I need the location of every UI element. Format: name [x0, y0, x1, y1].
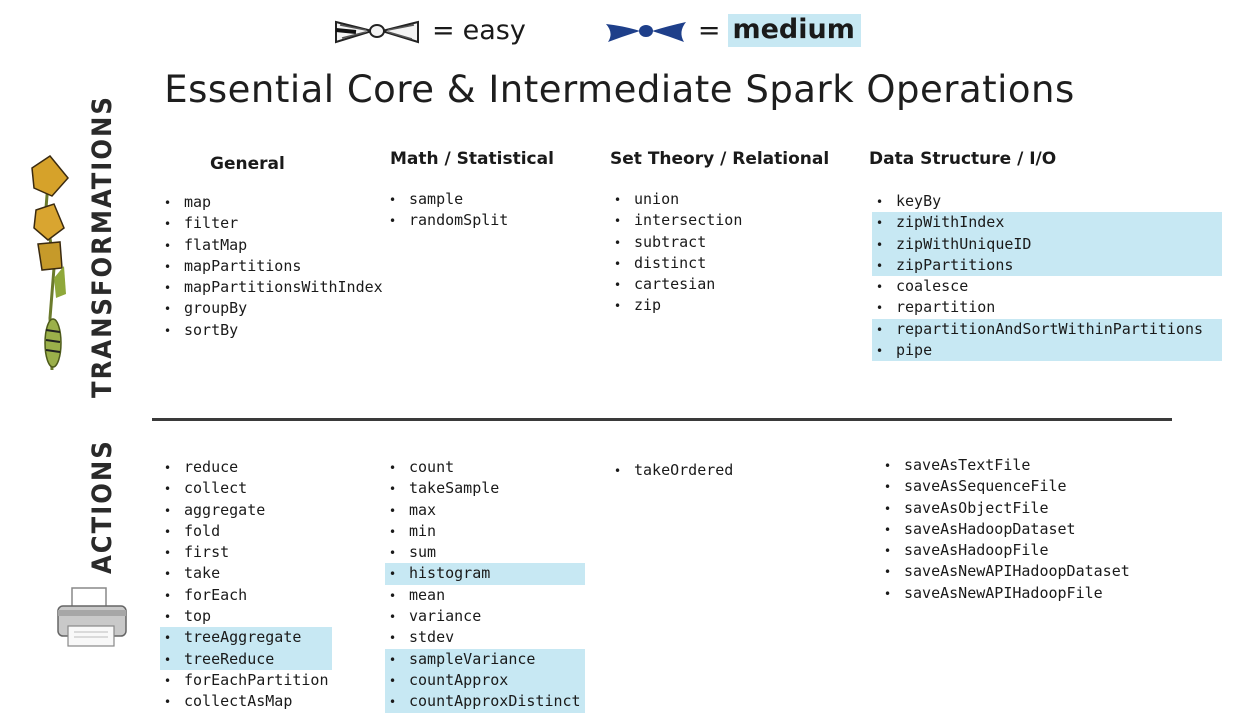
operation-item: saveAsNewAPIHadoopDataset [880, 561, 1180, 582]
operation-item: zipWithUniqueID [872, 233, 1222, 255]
operation-item: mean [385, 585, 585, 606]
operation-item: sampleVariance [385, 648, 585, 670]
operation-item: forEachPartition [160, 670, 332, 691]
operation-item: saveAsObjectFile [880, 498, 1180, 519]
operation-item: take [160, 563, 332, 584]
operation-item: randomSplit [385, 210, 585, 231]
transformations-data-list: keyByzipWithIndexzipWithUniqueIDzipParti… [872, 191, 1222, 362]
operation-item: collect [160, 478, 332, 499]
operation-item: filter [160, 213, 400, 234]
operation-item: keyBy [872, 191, 1222, 212]
operation-item: cartesian [610, 274, 810, 295]
operation-item: subtract [610, 232, 810, 253]
operation-item: mapPartitionsWithIndex [160, 277, 400, 298]
transformations-label: TRANSFORMATIONS [87, 95, 118, 398]
operation-item: sample [385, 189, 585, 210]
operation-item: variance [385, 606, 585, 627]
legend: = easy = medium [332, 14, 861, 47]
transformations-math-list: samplerandomSplit [385, 189, 585, 232]
operation-item: saveAsTextFile [880, 455, 1180, 476]
operation-item: intersection [610, 210, 810, 231]
column-header-set-theory: Set Theory / Relational [610, 149, 830, 169]
legend-easy-equals: = [432, 15, 455, 46]
operation-item: forEach [160, 585, 332, 606]
operation-item: treeAggregate [160, 627, 332, 649]
legend-medium-equals: = [697, 15, 721, 46]
operation-item: countApproxDistinct [385, 691, 585, 713]
white-bowtie-icon [335, 20, 419, 43]
printer-icon [57, 587, 127, 647]
transformations-set-list: unionintersectionsubtractdistinctcartesi… [610, 189, 810, 317]
operation-item: top [160, 606, 332, 627]
operation-item: map [160, 192, 400, 213]
legend-easy-label: easy [462, 15, 526, 46]
operation-item: countApprox [385, 669, 585, 692]
blue-bowtie-icon [605, 21, 686, 42]
page-title: Essential Core & Intermediate Spark Oper… [164, 68, 1075, 111]
operation-item: treeReduce [160, 648, 332, 670]
operation-item: first [160, 542, 332, 563]
operation-item: collectAsMap [160, 691, 332, 712]
operation-item: saveAsHadoopFile [880, 540, 1180, 561]
operation-item: mapPartitions [160, 256, 400, 277]
operation-item: saveAsNewAPIHadoopFile [880, 583, 1180, 604]
legend-medium: = medium [604, 14, 861, 47]
operation-item: groupBy [160, 298, 400, 319]
operation-item: min [385, 521, 585, 542]
operation-item: flatMap [160, 235, 400, 256]
operation-item: zip [610, 295, 810, 316]
operation-item: pipe [872, 340, 1222, 362]
operation-item: stdev [385, 627, 585, 648]
actions-general-list: reducecollectaggregatefoldfirsttakeforEa… [160, 457, 332, 713]
section-divider [152, 418, 1172, 421]
operation-item: takeSample [385, 478, 585, 499]
operation-item: takeOrdered [610, 460, 810, 481]
column-header-math-statistical: Math / Statistical [390, 149, 554, 169]
operation-item: count [385, 457, 585, 478]
caterpillar-butterfly-icon [31, 154, 69, 371]
operation-item: saveAsSequenceFile [880, 476, 1180, 497]
operation-item: distinct [610, 253, 810, 274]
operation-item: zipPartitions [872, 254, 1222, 277]
legend-easy: = easy [332, 15, 526, 46]
actions-label: ACTIONS [87, 439, 118, 574]
operation-item: sum [385, 542, 585, 563]
operation-item: aggregate [160, 500, 332, 521]
operation-item: histogram [385, 563, 585, 585]
column-header-data-structure: Data Structure / I/O [869, 149, 1057, 169]
column-header-general: General [210, 154, 285, 174]
transformations-general-list: mapfilterflatMapmapPartitionsmapPartitio… [160, 192, 400, 341]
operation-item: coalesce [872, 276, 1222, 297]
actions-math-list: counttakeSamplemaxminsumhistogrammeanvar… [385, 457, 585, 713]
operation-item: max [385, 500, 585, 521]
operation-item: repartitionAndSortWithinPartitions [872, 318, 1222, 341]
operation-item: fold [160, 521, 332, 542]
operation-item: reduce [160, 457, 332, 478]
actions-set-list: takeOrdered [610, 460, 810, 481]
actions-data-list: saveAsTextFilesaveAsSequenceFilesaveAsOb… [880, 455, 1180, 604]
operation-item: sortBy [160, 320, 400, 341]
operation-item: zipWithIndex [872, 212, 1222, 234]
operation-item: union [610, 189, 810, 210]
legend-medium-label: medium [728, 14, 861, 47]
operation-item: saveAsHadoopDataset [880, 519, 1180, 540]
operation-item: repartition [872, 297, 1222, 318]
